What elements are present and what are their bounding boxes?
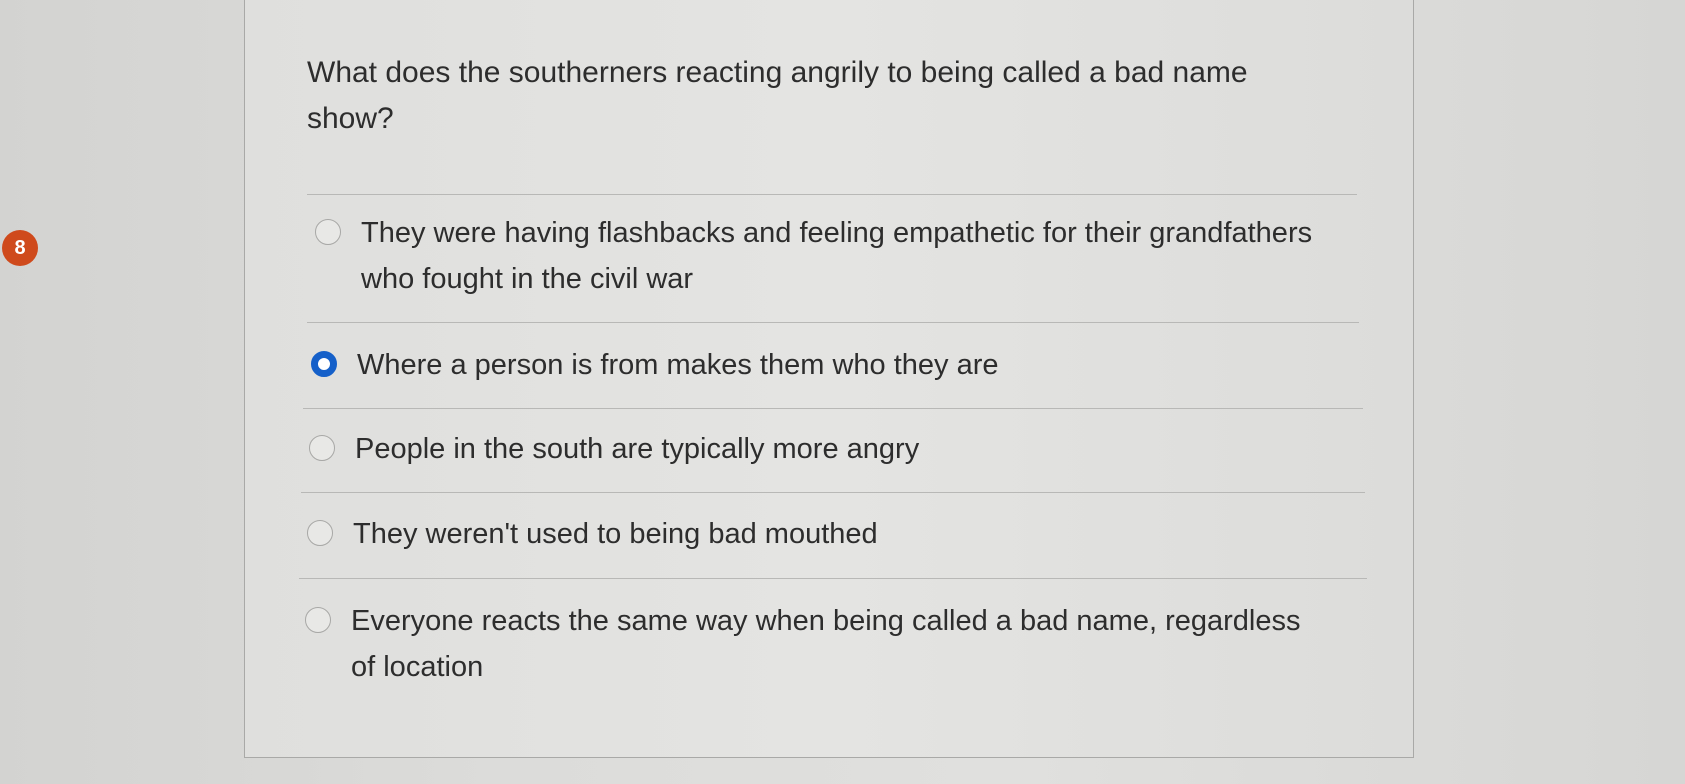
divider [307, 194, 1357, 195]
answer-option-label: Where a person is from makes them who th… [357, 349, 999, 381]
answer-option-label: People in the south are typically more a… [355, 433, 920, 465]
answer-option-label: Everyone reacts the same way when being … [351, 605, 1301, 683]
answer-option-4[interactable]: They weren't used to being bad mouthed [307, 511, 1327, 557]
question-text: What does the southerners reacting angri… [307, 56, 1248, 135]
radio-button-unselected[interactable] [315, 219, 341, 245]
answer-option-1[interactable]: They were having flashbacks and feeling … [315, 210, 1335, 302]
divider [299, 578, 1367, 579]
answer-option-2[interactable]: Where a person is from makes them who th… [311, 342, 1331, 388]
divider [307, 322, 1359, 323]
answer-option-3[interactable]: People in the south are typically more a… [309, 426, 1329, 472]
radio-button-selected[interactable] [311, 351, 337, 377]
answer-option-label: They weren't used to being bad mouthed [353, 518, 878, 550]
divider [303, 408, 1363, 409]
answer-option-5[interactable]: Everyone reacts the same way when being … [305, 598, 1325, 690]
radio-button-unselected[interactable] [305, 607, 331, 633]
radio-button-unselected[interactable] [309, 435, 335, 461]
answer-option-label: They were having flashbacks and feeling … [361, 217, 1313, 295]
radio-button-unselected[interactable] [307, 520, 333, 546]
question-card: What does the southerners reacting angri… [244, 0, 1414, 758]
question-number-badge: 8 [2, 230, 38, 266]
divider [301, 492, 1365, 493]
